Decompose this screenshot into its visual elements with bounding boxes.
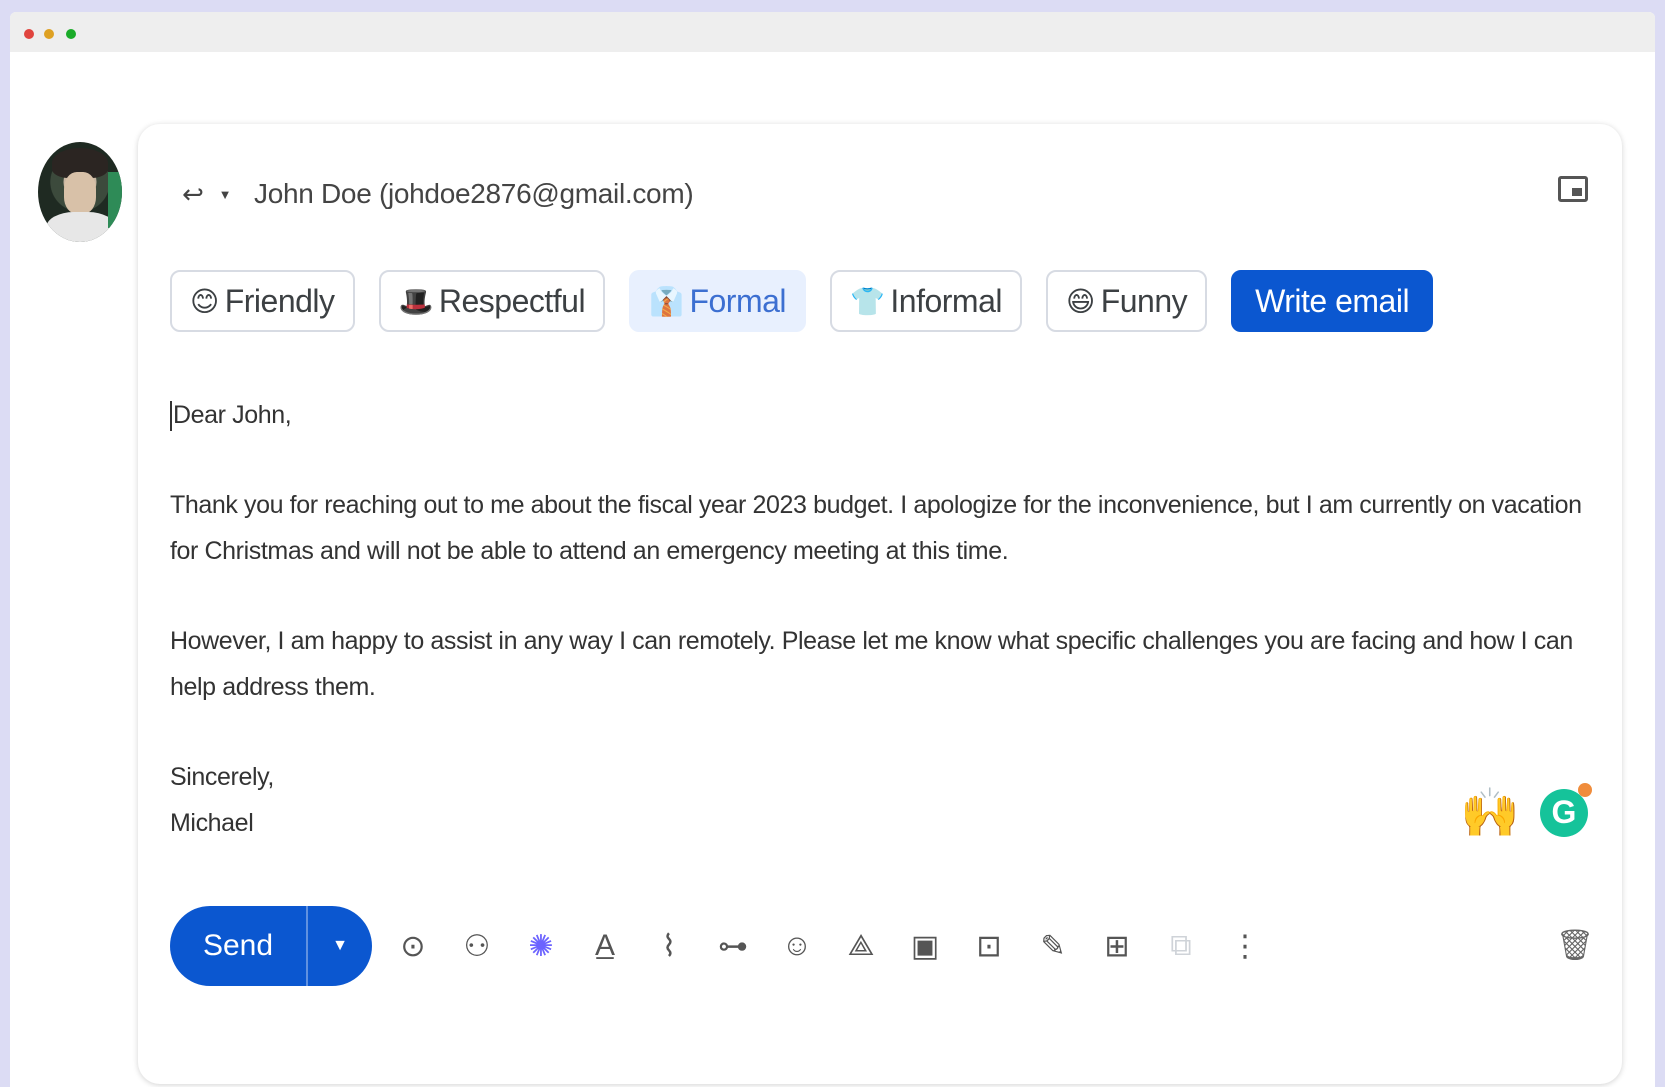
top-hat-icon: 🎩 — [398, 285, 434, 317]
settings-gear-icon[interactable]: ✺ — [522, 927, 560, 965]
tone-selector: 😊 Friendly 🎩 Respectful 👔 Formal 👕 Infor… — [170, 270, 1434, 332]
tone-chip-informal[interactable]: 👕 Informal — [830, 270, 1022, 332]
reply-header: ↩ ▼ John Doe (johdoe2876@gmail.com) — [176, 174, 694, 214]
email-paragraph: Thank you for reaching out to me about t… — [170, 491, 1582, 565]
raised-hands-icon[interactable]: 🙌 — [1460, 784, 1520, 841]
tone-chip-formal[interactable]: 👔 Formal — [629, 270, 807, 332]
tone-chip-respectful[interactable]: 🎩 Respectful — [378, 270, 606, 332]
email-signature: Michael — [170, 809, 254, 837]
tone-label: Formal — [689, 282, 787, 319]
tone-label: Informal — [890, 282, 1002, 319]
laugh-icon: 😄 — [1065, 285, 1095, 317]
chevron-down-icon[interactable]: ▼ — [214, 179, 236, 209]
write-email-button[interactable]: Write email — [1231, 270, 1434, 332]
reply-icon[interactable]: ↩ — [176, 179, 210, 209]
email-body[interactable]: Dear John, Thank you for reaching out to… — [170, 392, 1590, 846]
tone-label: Friendly — [224, 282, 335, 319]
link-icon[interactable]: ⊶ — [714, 927, 752, 965]
add-person-icon[interactable]: ⚇ — [458, 927, 496, 965]
send-button[interactable]: Send — [170, 906, 306, 986]
compose-card: ↩ ▼ John Doe (johdoe2876@gmail.com) 😊 Fr… — [138, 124, 1622, 1084]
trash-icon[interactable]: 🗑 — [1556, 926, 1594, 964]
email-paragraph: However, I am happy to assist in any way… — [170, 627, 1573, 701]
play-icon[interactable]: ⊙ — [394, 927, 432, 965]
floating-extensions: 🙌 G — [1460, 782, 1592, 841]
grammarly-icon[interactable]: G — [1540, 782, 1592, 837]
tone-label: Funny — [1100, 282, 1188, 319]
write-email-label: Write email — [1255, 282, 1410, 319]
layout-icon[interactable]: ⧉ — [1162, 927, 1200, 965]
email-closing: Sincerely, — [170, 763, 274, 791]
business-person-icon: 👔 — [649, 285, 684, 317]
text-format-icon[interactable]: A̲ — [586, 927, 624, 965]
minimize-window-button[interactable] — [44, 29, 54, 39]
avatar — [38, 142, 122, 242]
text-cursor — [170, 401, 172, 432]
confidential-lock-icon[interactable]: ⊡ — [970, 927, 1008, 965]
send-options-chevron-icon[interactable]: ▼ — [306, 906, 372, 986]
recipient-field[interactable]: John Doe (johdoe2876@gmail.com) — [254, 178, 694, 210]
insert-photo-icon[interactable]: ▣ — [906, 927, 944, 965]
tone-chip-funny[interactable]: 😄 Funny — [1045, 270, 1208, 332]
maximize-window-button[interactable] — [66, 29, 76, 39]
tone-label: Respectful — [438, 282, 586, 319]
popout-icon[interactable] — [1558, 176, 1588, 202]
close-window-button[interactable] — [24, 29, 34, 39]
more-options-icon[interactable]: ⋮ — [1226, 927, 1264, 965]
email-greeting: Dear John, — [170, 392, 1590, 438]
send-split-button: Send ▼ — [170, 906, 372, 986]
signature-pen-icon[interactable]: ✎ — [1034, 927, 1072, 965]
template-icon[interactable]: ⊞ — [1098, 927, 1136, 965]
smile-icon: 😊 — [190, 285, 219, 317]
compose-toolbar: Send ▼ ⊙ ⚇ ✺ A̲ ⌇ ⊶ ☺ ⟁ ▣ ⊡ ✎ ⊞ ⧉ ⋮ 🗑 — [170, 904, 1594, 988]
window-titlebar — [10, 12, 1655, 52]
attachment-icon[interactable]: ⌇ — [650, 927, 688, 965]
drive-icon[interactable]: ⟁ — [842, 927, 880, 965]
emoji-icon[interactable]: ☺ — [778, 927, 816, 965]
formatting-tools: ⊙ ⚇ ✺ A̲ ⌇ ⊶ ☺ ⟁ ▣ ⊡ ✎ ⊞ ⧉ ⋮ — [394, 927, 1264, 965]
tone-chip-friendly[interactable]: 😊 Friendly — [170, 270, 355, 332]
t-shirt-icon: 👕 — [850, 285, 885, 317]
